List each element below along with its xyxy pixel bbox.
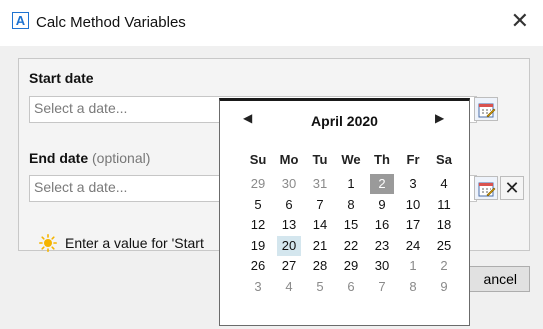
calendar-day[interactable]: 3 bbox=[246, 277, 270, 297]
clear-end-date-button[interactable]: ✕ bbox=[500, 176, 524, 200]
weekday-label: Fr bbox=[406, 152, 420, 167]
calendar-day-today[interactable]: 20 bbox=[277, 235, 301, 256]
status-text: Enter a value for 'Start bbox=[65, 235, 204, 251]
calendar-day[interactable]: 27 bbox=[277, 256, 301, 276]
calendar-day[interactable]: 6 bbox=[277, 195, 301, 215]
calendar-day[interactable]: 15 bbox=[339, 215, 363, 235]
calendar-day[interactable]: 10 bbox=[401, 195, 425, 215]
calendar-day[interactable]: 22 bbox=[339, 236, 363, 256]
calendar-day[interactable]: 26 bbox=[246, 256, 270, 276]
app-a-icon: A bbox=[12, 12, 29, 29]
calendar-day[interactable]: 17 bbox=[401, 215, 425, 235]
calendar-day[interactable]: 23 bbox=[370, 236, 394, 256]
calendar-day[interactable]: 28 bbox=[308, 256, 332, 276]
calendar-day[interactable]: 1 bbox=[401, 256, 425, 276]
title-bar: A Calc Method Variables ✕ bbox=[0, 0, 543, 46]
close-icon[interactable]: ✕ bbox=[511, 9, 529, 33]
calendar-header: ◀ April 2020 ▶ bbox=[220, 108, 469, 132]
calendar-day[interactable]: 4 bbox=[277, 277, 301, 297]
calendar-day[interactable]: 3 bbox=[401, 174, 425, 194]
calendar-day[interactable]: 25 bbox=[432, 236, 456, 256]
calendar-day[interactable]: 6 bbox=[339, 277, 363, 297]
weekday-label: We bbox=[341, 152, 361, 167]
start-calendar-button[interactable] bbox=[474, 97, 498, 121]
end-date-optional: (optional) bbox=[92, 150, 151, 166]
weekday-label: Th bbox=[374, 152, 390, 167]
weekday-label: Sa bbox=[436, 152, 452, 167]
end-date-label-text: End date bbox=[29, 150, 89, 166]
weekday-label: Mo bbox=[279, 152, 299, 167]
weekday-header: Su Mo Tu We Th Fr Sa bbox=[243, 152, 459, 170]
calendar-icon bbox=[478, 103, 496, 118]
calendar-day[interactable]: 24 bbox=[401, 236, 425, 256]
calendar-icon bbox=[478, 182, 496, 197]
sun-icon bbox=[39, 234, 57, 252]
calendar-day[interactable]: 8 bbox=[339, 195, 363, 215]
calendar-day[interactable]: 9 bbox=[432, 277, 456, 297]
end-date-label: End date (optional) bbox=[29, 150, 150, 166]
end-calendar-button[interactable] bbox=[474, 176, 498, 200]
calendar-day[interactable]: 29 bbox=[339, 256, 363, 276]
calendar-day[interactable]: 30 bbox=[277, 174, 301, 194]
end-date-placeholder: Select a date... bbox=[34, 179, 128, 195]
month-label: April 2020 bbox=[311, 113, 378, 129]
calendar-day[interactable]: 13 bbox=[277, 215, 301, 235]
calendar-day[interactable]: 21 bbox=[308, 236, 332, 256]
calendar-day[interactable]: 5 bbox=[308, 277, 332, 297]
start-date-label: Start date bbox=[29, 70, 94, 86]
calendar-day[interactable]: 30 bbox=[370, 256, 394, 276]
calendar-day[interactable]: 19 bbox=[246, 236, 270, 256]
window-title: Calc Method Variables bbox=[36, 14, 186, 31]
calendar-day[interactable]: 7 bbox=[370, 277, 394, 297]
calendar-day[interactable]: 14 bbox=[308, 215, 332, 235]
calendar-day[interactable]: 31 bbox=[308, 174, 332, 194]
calendar-day[interactable]: 18 bbox=[432, 215, 456, 235]
calendar-day-selected[interactable]: 2 bbox=[370, 174, 394, 194]
calendar-day[interactable]: 5 bbox=[246, 195, 270, 215]
calendar-day[interactable]: 12 bbox=[246, 215, 270, 235]
next-month-button[interactable]: ▶ bbox=[435, 111, 444, 125]
calendar-popup: ◀ April 2020 ▶ Su Mo Tu We Th Fr Sa 29 30… bbox=[219, 98, 470, 326]
calendar-day[interactable]: 29 bbox=[246, 174, 270, 194]
calendar-day[interactable]: 16 bbox=[370, 215, 394, 235]
weekday-label: Su bbox=[249, 152, 267, 167]
calendar-day[interactable]: 2 bbox=[432, 256, 456, 276]
start-date-placeholder: Select a date... bbox=[34, 100, 128, 116]
calendar-day[interactable]: 8 bbox=[401, 277, 425, 297]
calendar-day[interactable]: 11 bbox=[432, 195, 456, 215]
calendar-day[interactable]: 4 bbox=[432, 174, 456, 194]
calendar-day[interactable]: 1 bbox=[339, 174, 363, 194]
weekday-label: Tu bbox=[312, 152, 328, 167]
calendar-day[interactable]: 9 bbox=[370, 195, 394, 215]
calendar-day[interactable]: 7 bbox=[308, 195, 332, 215]
